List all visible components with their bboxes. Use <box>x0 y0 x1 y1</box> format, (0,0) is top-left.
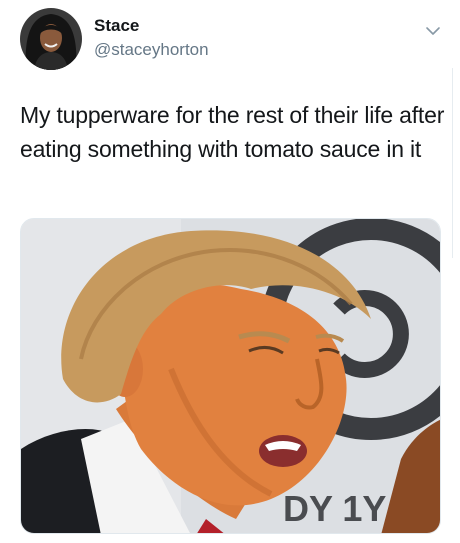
display-name[interactable]: Stace <box>94 16 139 36</box>
tweet-photo[interactable]: DY 1Y <box>20 218 441 534</box>
user-handle[interactable]: @staceyhorton <box>94 40 209 60</box>
avatar[interactable] <box>20 8 82 70</box>
background-logo-text: DY 1Y <box>283 488 386 529</box>
scrollbar-edge <box>452 68 460 258</box>
chevron-down-icon[interactable] <box>424 22 442 40</box>
tweet-card: Stace @staceyhorton My tupperware for th… <box>0 0 460 543</box>
tweet-text: My tupperware for the rest of their life… <box>20 102 445 162</box>
